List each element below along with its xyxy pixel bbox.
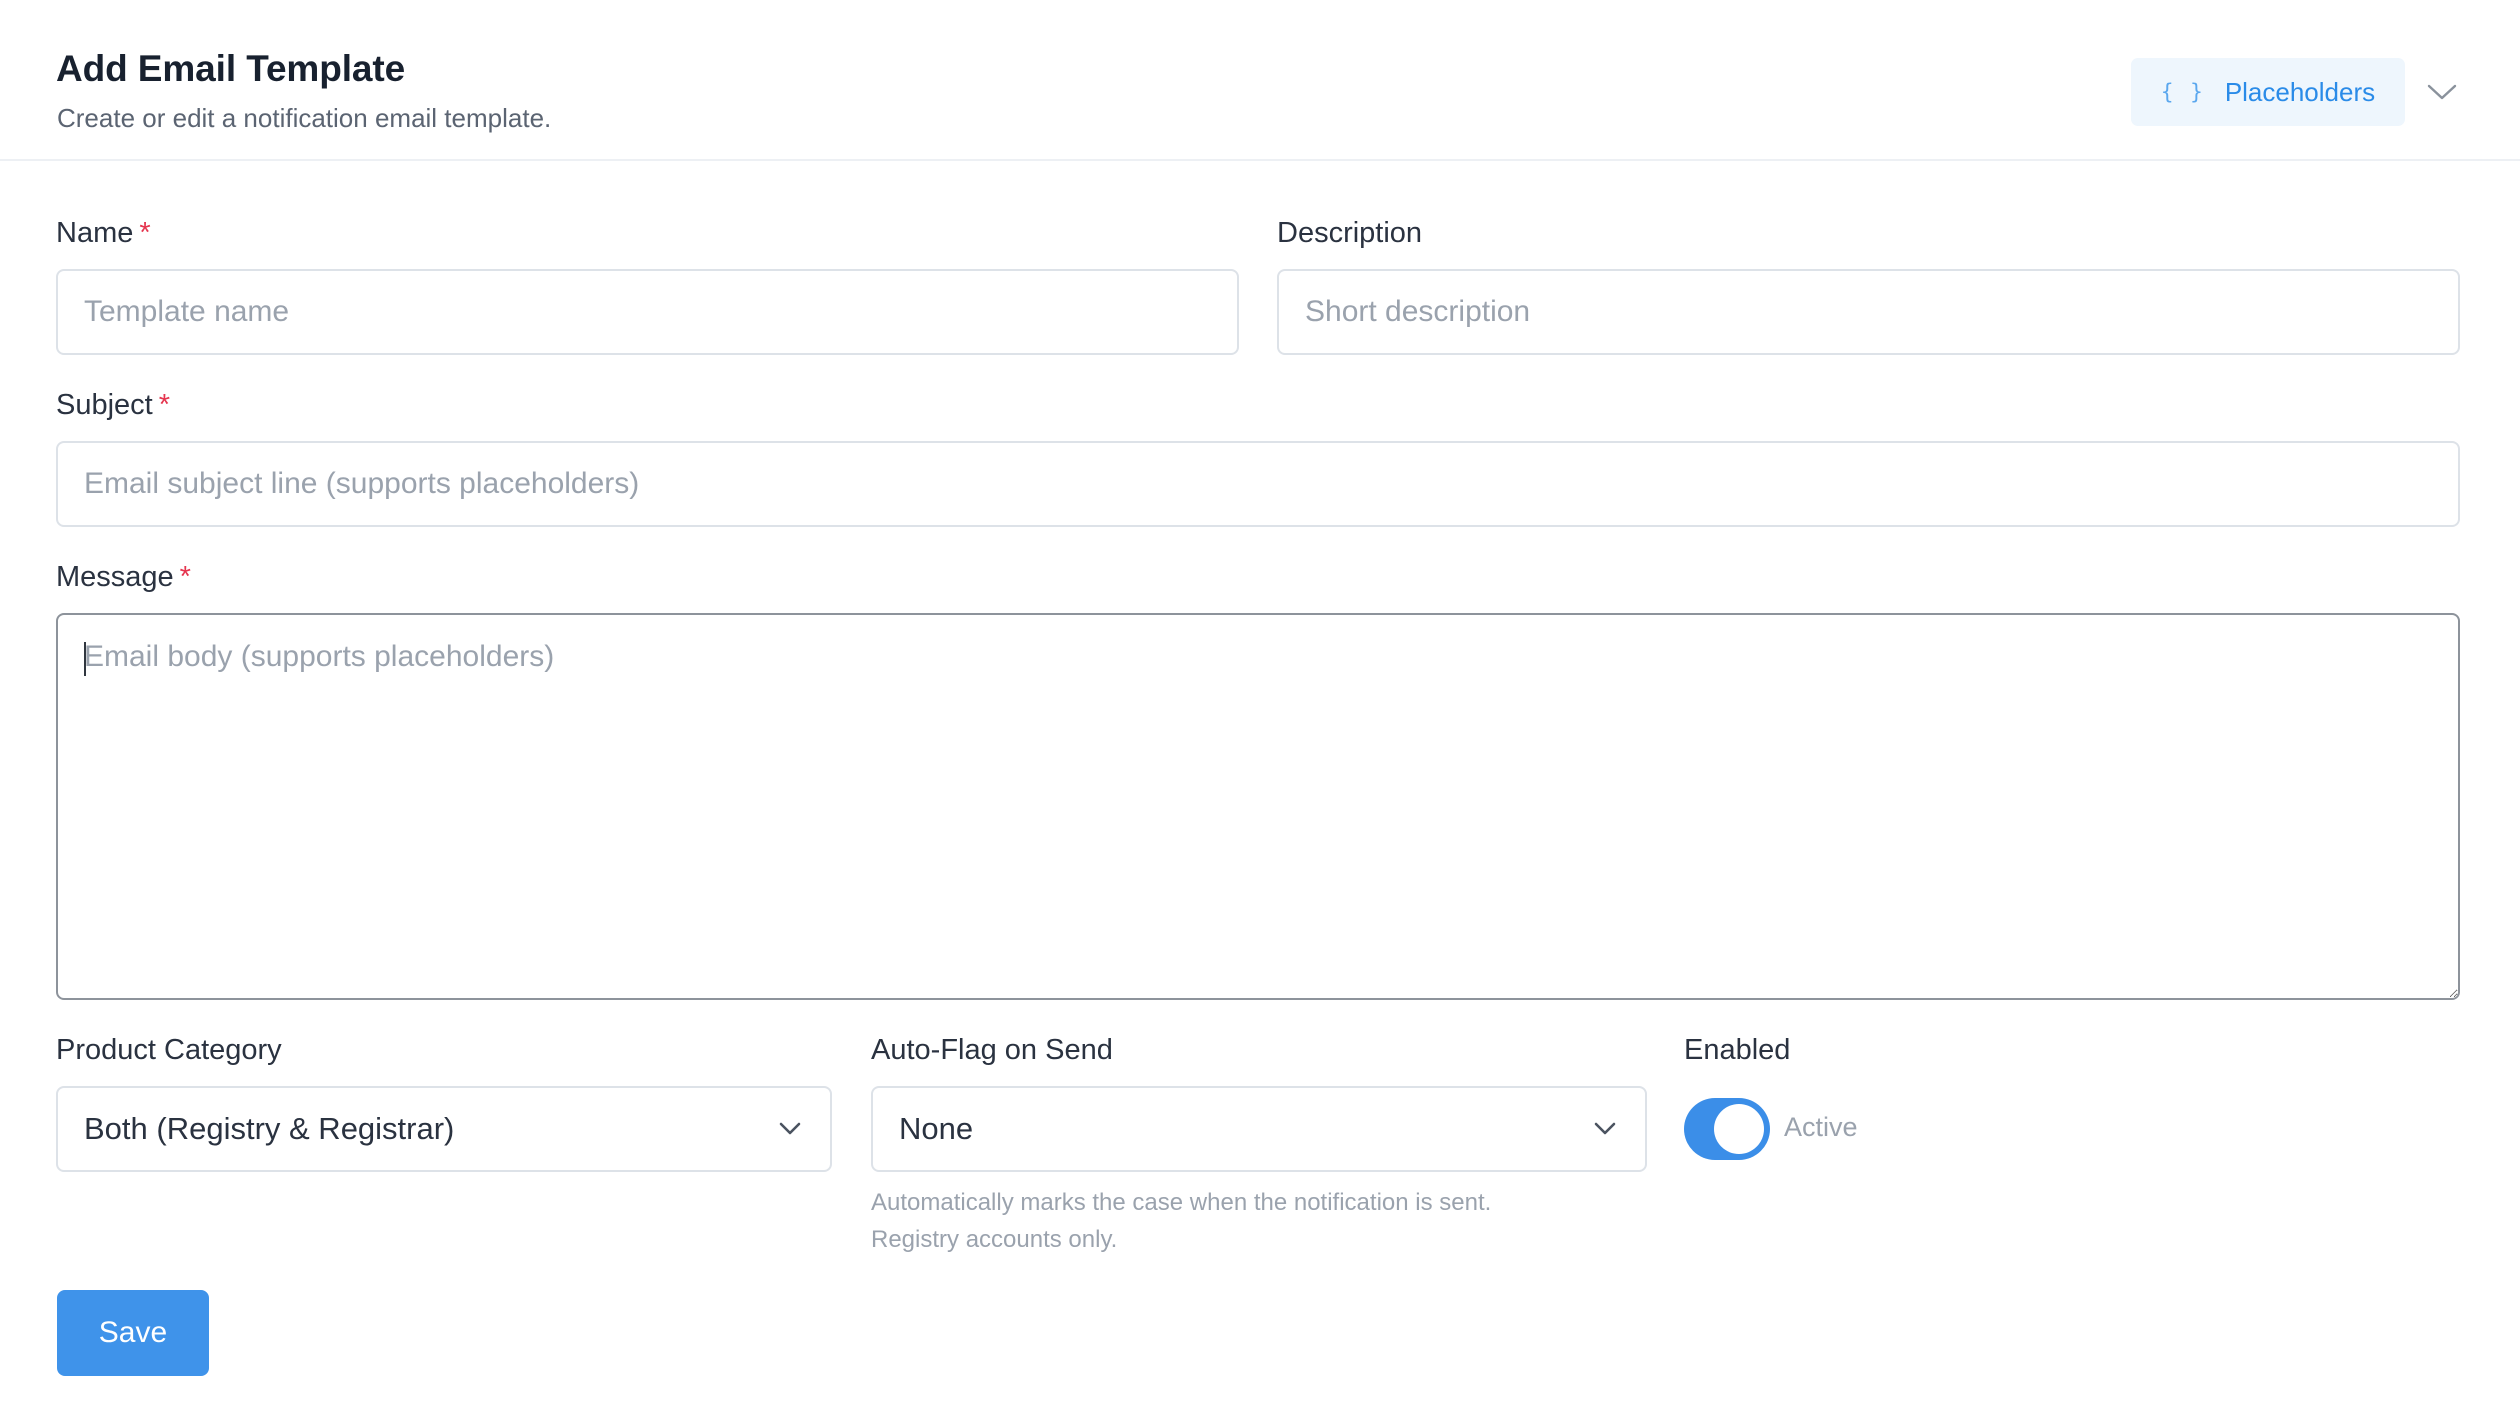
name-label: Name * — [56, 217, 151, 250]
auto-flag-label: Auto-Flag on Send — [871, 1034, 1113, 1066]
chevron-down-icon[interactable] — [2424, 74, 2460, 110]
enabled-toggle[interactable] — [1684, 1098, 1770, 1160]
name-label-text: Name — [56, 217, 134, 249]
page-subtitle: Create or edit a notification email temp… — [57, 103, 552, 133]
enabled-state-text: Active — [1784, 1112, 1858, 1142]
save-button[interactable]: Save — [57, 1290, 209, 1376]
message-label: Message * — [56, 561, 191, 594]
subject-label: Subject * — [56, 389, 170, 422]
chevron-down-icon — [1591, 1115, 1619, 1143]
placeholders-button[interactable]: { } Placeholders — [2131, 58, 2405, 126]
auto-flag-help-line-1: Automatically marks the case when the no… — [871, 1189, 1492, 1216]
product-category-select[interactable]: Both (Registry & Registrar) — [56, 1086, 832, 1172]
auto-flag-help-text: Automatically marks the case when the no… — [871, 1184, 1631, 1258]
form-header: Add Email Template Create or edit a noti… — [0, 0, 2520, 161]
toggle-knob — [1714, 1104, 1764, 1154]
page-title: Add Email Template — [56, 48, 406, 89]
required-asterisk: * — [179, 561, 191, 593]
subject-label-text: Subject — [56, 389, 153, 421]
auto-flag-help-line-2: Registry accounts only. — [871, 1226, 1118, 1253]
message-label-text: Message — [56, 561, 174, 593]
name-input[interactable] — [56, 269, 1239, 355]
product-category-label: Product Category — [56, 1034, 282, 1066]
product-category-value: Both (Registry & Registrar) — [84, 1111, 455, 1146]
code-braces-icon: { } — [2160, 80, 2205, 104]
email-template-form-page: Add Email Template Create or edit a noti… — [0, 0, 2520, 1422]
description-input[interactable] — [1277, 269, 2460, 355]
text-cursor — [84, 642, 86, 676]
required-asterisk: * — [139, 217, 151, 249]
message-textarea[interactable] — [56, 613, 2460, 1000]
auto-flag-value: None — [899, 1111, 974, 1146]
description-label: Description — [1277, 217, 1423, 249]
required-asterisk: * — [158, 389, 171, 421]
chevron-down-icon — [776, 1115, 804, 1143]
enabled-label: Enabled — [1684, 1034, 1791, 1066]
placeholders-button-label: Placeholders — [2224, 76, 2376, 107]
auto-flag-select[interactable]: None — [871, 1086, 1647, 1172]
subject-input[interactable] — [56, 441, 2460, 527]
